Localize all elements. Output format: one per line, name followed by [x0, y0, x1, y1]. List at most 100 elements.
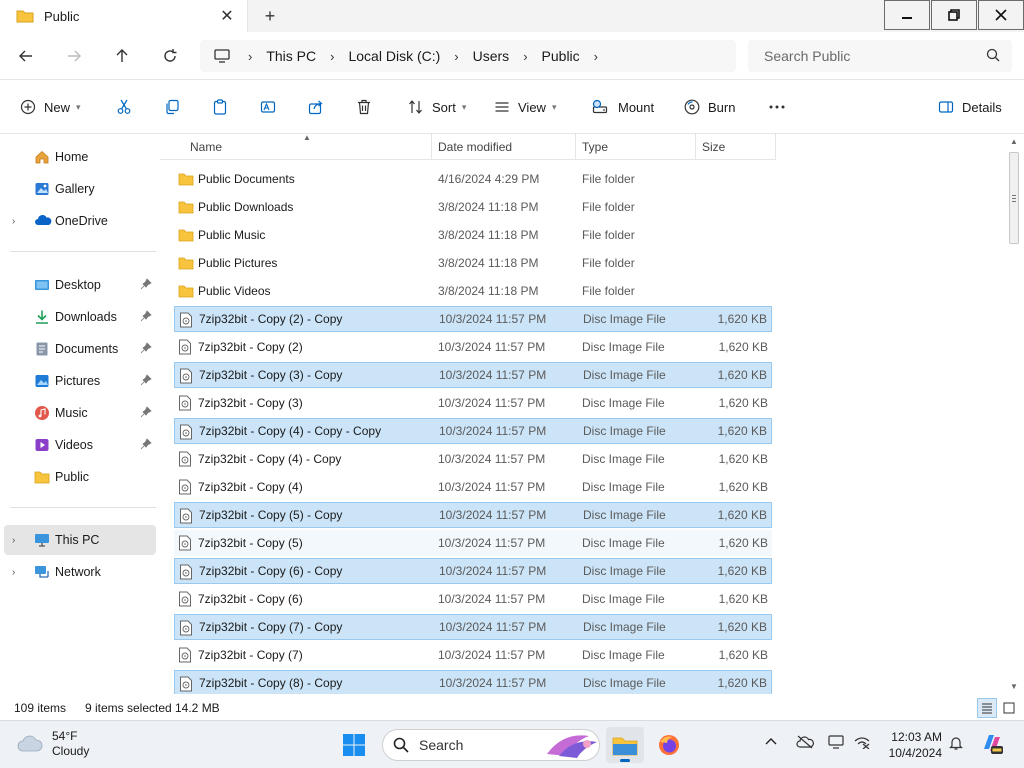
sort-button[interactable]: Sort ▾ — [408, 94, 466, 120]
taskbar-search[interactable]: Search — [382, 729, 600, 761]
pin-icon[interactable] — [140, 310, 152, 322]
pin-icon[interactable] — [140, 374, 152, 386]
table-row[interactable]: 7zip32bit - Copy (4) - Copy - Copy 10/3/2… — [174, 418, 772, 444]
clock[interactable]: 12:03 AM 10/4/2024 — [876, 729, 942, 761]
scroll-up-icon[interactable]: ▲ — [1010, 137, 1018, 146]
chevron-right-icon[interactable]: › — [12, 216, 15, 227]
up-button[interactable] — [108, 42, 136, 70]
sidebar-item-gallery[interactable]: Gallery — [4, 174, 156, 204]
sidebar-item-desktop[interactable]: Desktop — [4, 270, 156, 300]
sidebar-item-pictures[interactable]: Pictures — [4, 366, 156, 396]
table-row[interactable]: Public Pictures 3/8/2024 11:18 PM File fol… — [174, 250, 772, 276]
tiles-view-button[interactable] — [999, 698, 1019, 718]
crumb-local-disk[interactable]: Local Disk (C:) — [348, 48, 440, 64]
cloud-offline-icon — [796, 735, 814, 749]
view-button[interactable]: View ▾ — [494, 94, 556, 120]
file-size: 1,620 KB — [717, 424, 767, 438]
vertical-scrollbar[interactable]: ▲ ▼ — [1006, 134, 1024, 696]
table-row[interactable]: 7zip32bit - Copy (5) 10/3/2024 11:57 PM Di… — [174, 530, 772, 556]
table-row[interactable]: 7zip32bit - Copy (6) 10/3/2024 11:57 PM Di… — [174, 586, 772, 612]
sidebar-item-this-pc[interactable]: › This PC — [4, 525, 156, 555]
delete-button[interactable] — [356, 94, 372, 120]
chevron-right-icon[interactable]: › — [594, 49, 598, 64]
table-row[interactable]: 7zip32bit - Copy (6) - Copy 10/3/2024 11:… — [174, 558, 772, 584]
notifications-button[interactable] — [948, 735, 964, 754]
column-header-size[interactable]: Size — [696, 134, 776, 160]
table-row[interactable]: 7zip32bit - Copy (7) - Copy 10/3/2024 11:… — [174, 614, 772, 640]
table-row[interactable]: 7zip32bit - Copy (4) - Copy 10/3/2024 11:… — [174, 446, 772, 472]
search-input[interactable] — [764, 48, 984, 64]
sidebar-item-network[interactable]: › Network — [4, 557, 156, 587]
sidebar-item-documents[interactable]: Documents — [4, 334, 156, 364]
details-button[interactable]: Details — [938, 94, 1002, 120]
weather-widget[interactable]: 54°F Cloudy — [16, 729, 89, 759]
table-row[interactable]: Public Videos 3/8/2024 11:18 PM File folde… — [174, 278, 772, 304]
table-row[interactable]: 7zip32bit - Copy (7) 10/3/2024 11:57 PM Di… — [174, 642, 772, 668]
table-row[interactable]: 7zip32bit - Copy (3) 10/3/2024 11:57 PM Di… — [174, 390, 772, 416]
taskbar-search-label: Search — [419, 737, 464, 753]
pin-icon[interactable] — [140, 278, 152, 290]
search-icon — [986, 48, 1000, 62]
close-window-button[interactable] — [978, 0, 1024, 30]
restore-button[interactable] — [931, 0, 977, 30]
share-button[interactable] — [308, 94, 324, 120]
cut-button[interactable] — [116, 94, 132, 120]
table-row[interactable]: 7zip32bit - Copy (5) - Copy 10/3/2024 11:… — [174, 502, 772, 528]
show-hidden-icons-button[interactable] — [764, 735, 778, 752]
tray-onedrive[interactable] — [796, 735, 814, 752]
taskbar-firefox[interactable] — [650, 727, 688, 763]
table-row[interactable]: 7zip32bit - Copy (3) - Copy 10/3/2024 11:… — [174, 362, 772, 388]
sidebar-item-onedrive[interactable]: › OneDrive — [4, 206, 156, 236]
crumb-this-pc[interactable]: This PC — [266, 48, 316, 64]
file-name: Public Pictures — [198, 256, 278, 270]
column-header-name[interactable]: Name — [184, 134, 432, 160]
sidebar-item-videos[interactable]: Videos — [4, 430, 156, 460]
minimize-button[interactable] — [884, 0, 930, 30]
refresh-button[interactable] — [156, 42, 184, 70]
file-name: 7zip32bit - Copy (7) — [198, 648, 303, 662]
start-button[interactable] — [342, 733, 366, 760]
chevron-down-icon: ▾ — [551, 101, 557, 112]
copy-button[interactable] — [164, 94, 180, 120]
sidebar-item-home[interactable]: Home — [4, 142, 156, 172]
tab-public[interactable]: Public ✕ — [0, 0, 248, 32]
back-button[interactable] — [12, 42, 40, 70]
scroll-thumb[interactable] — [1009, 152, 1019, 244]
table-row[interactable]: 7zip32bit - Copy (2) - Copy 10/3/2024 11:… — [174, 306, 772, 332]
new-button[interactable]: New ▾ — [20, 94, 81, 120]
chevron-right-icon[interactable]: › — [12, 535, 15, 546]
scroll-down-icon[interactable]: ▼ — [1010, 682, 1018, 691]
copilot-button[interactable] — [980, 731, 1004, 758]
table-row[interactable]: Public Downloads 3/8/2024 11:18 PM File fo… — [174, 194, 772, 220]
table-row[interactable]: 7zip32bit - Copy (8) - Copy 10/3/2024 11:… — [174, 670, 772, 694]
column-header-date[interactable]: Date modified — [432, 134, 576, 160]
crumb-public[interactable]: Public — [542, 48, 580, 64]
new-tab-button[interactable]: + — [258, 4, 282, 28]
close-tab-icon[interactable]: ✕ — [215, 4, 239, 28]
mount-button[interactable]: Mount — [592, 94, 654, 120]
table-row[interactable]: Public Documents 4/16/2024 4:29 PM File fo… — [174, 166, 772, 192]
pin-icon[interactable] — [140, 438, 152, 450]
crumb-users[interactable]: Users — [473, 48, 510, 64]
rename-button[interactable] — [260, 94, 276, 120]
table-row[interactable]: Public Music 3/8/2024 11:18 PM File folder — [174, 222, 772, 248]
burn-button[interactable]: Burn — [684, 94, 735, 120]
tray-display[interactable] — [828, 735, 844, 752]
pin-icon[interactable] — [140, 406, 152, 418]
sidebar-item-downloads[interactable]: Downloads — [4, 302, 156, 332]
paste-button[interactable] — [212, 94, 228, 120]
chevron-right-icon[interactable]: › — [12, 567, 15, 578]
table-row[interactable]: 7zip32bit - Copy (2) 10/3/2024 11:57 PM Di… — [174, 334, 772, 360]
sidebar-item-music[interactable]: Music — [4, 398, 156, 428]
pin-icon[interactable] — [140, 342, 152, 354]
forward-button[interactable] — [60, 42, 88, 70]
taskbar-file-explorer[interactable] — [606, 727, 644, 763]
sidebar-item-public[interactable]: Public — [4, 462, 156, 492]
tray-network[interactable] — [854, 735, 870, 752]
file-date: 10/3/2024 11:57 PM — [438, 452, 546, 466]
details-view-button[interactable] — [977, 698, 997, 718]
breadcrumb[interactable]: › This PC › Local Disk (C:) › Users › Pu… — [200, 40, 736, 72]
more-options-button[interactable] — [768, 94, 786, 120]
column-header-type[interactable]: Type — [576, 134, 696, 160]
table-row[interactable]: 7zip32bit - Copy (4) 10/3/2024 11:57 PM Di… — [174, 474, 772, 500]
